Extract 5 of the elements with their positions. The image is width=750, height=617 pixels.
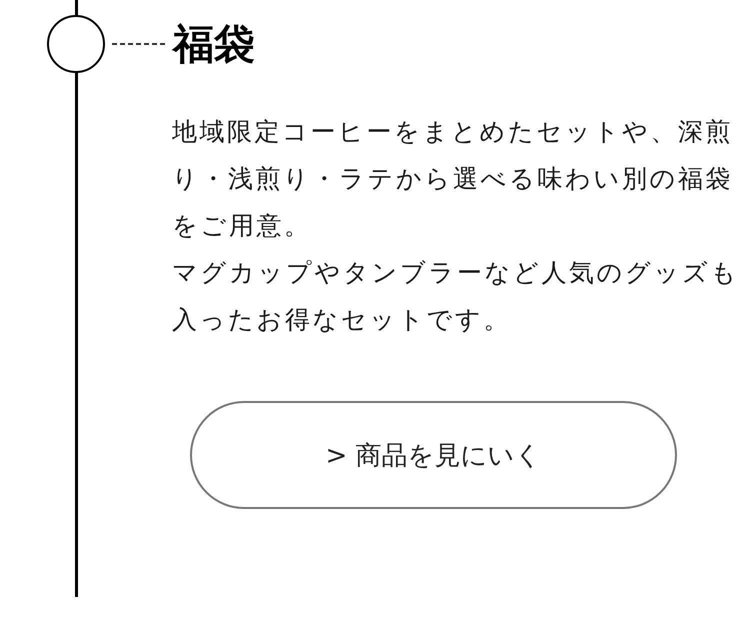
- description-text: 地域限定コーヒーをまとめたセットや、深煎り・浅煎り・ラテから選べる味わい別の福袋をご用意。: [172, 116, 734, 242]
- description-text: マグカップやタンブラーなど人気のグッズも入ったお得なセットです。: [172, 257, 740, 336]
- section-title: 福袋: [173, 24, 255, 64]
- view-products-button[interactable]: > 商品を見にいく: [190, 401, 677, 509]
- dashed-connector: [112, 43, 167, 45]
